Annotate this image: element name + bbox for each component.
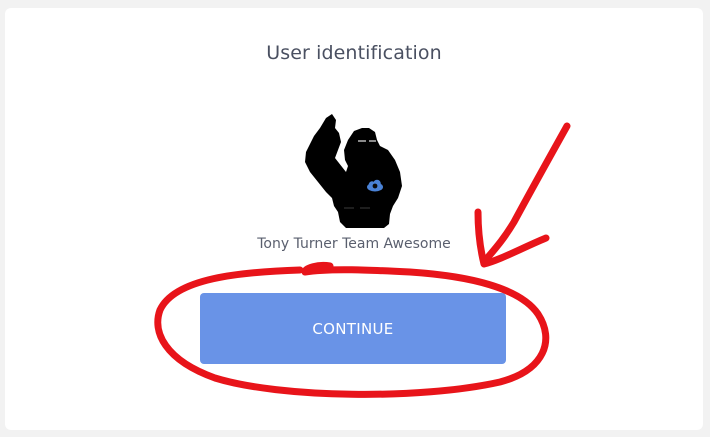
page: User identification Tony Turner Team Awe… <box>0 0 710 437</box>
continue-button[interactable]: CONTINUE <box>200 293 506 364</box>
identification-card: User identification Tony Turner Team Awe… <box>5 8 703 430</box>
ninja-avatar-icon <box>305 114 402 228</box>
page-title: User identification <box>266 42 442 64</box>
user-name: Tony Turner Team Awesome <box>257 236 451 252</box>
